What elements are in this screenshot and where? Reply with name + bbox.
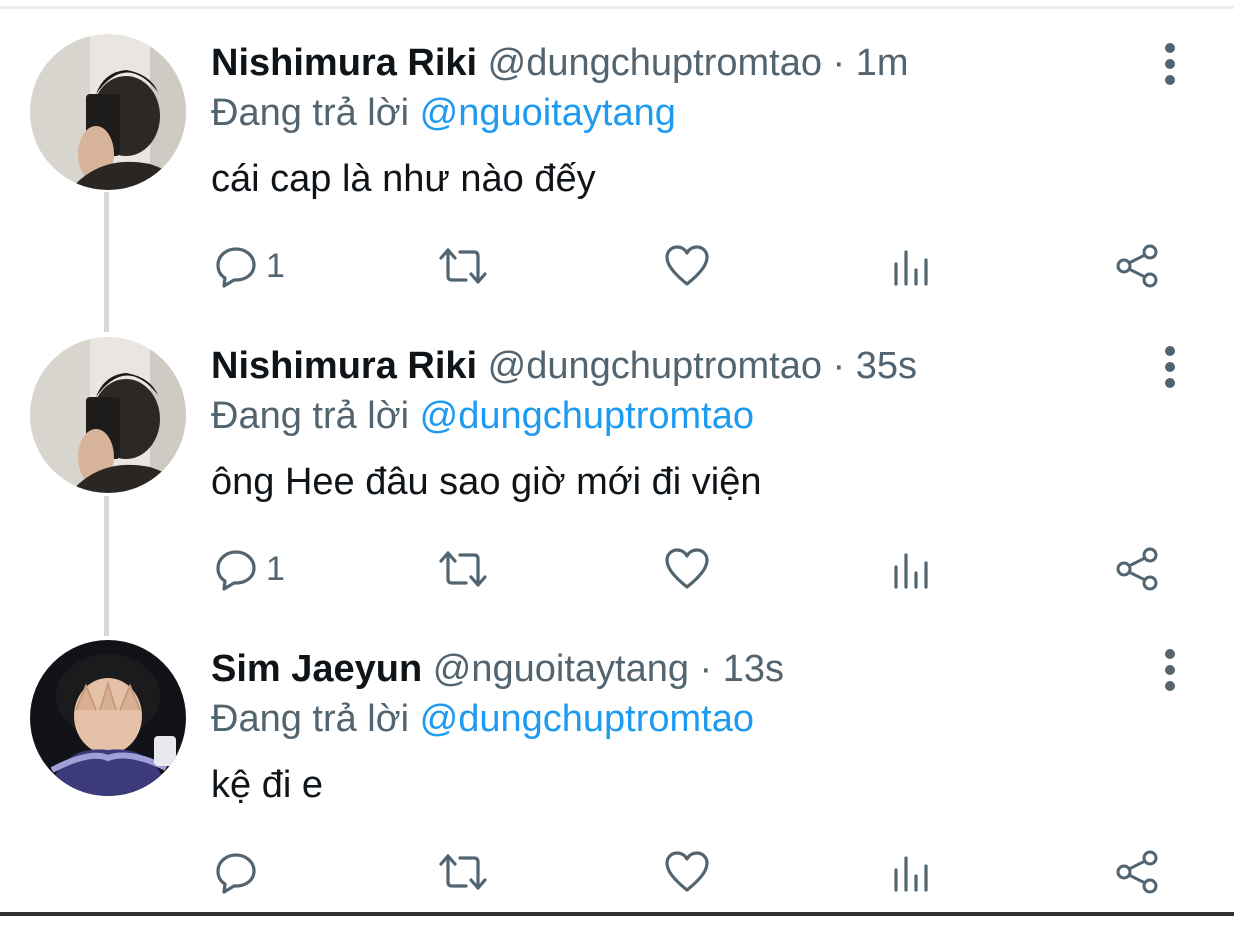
analytics-button[interactable] [890, 541, 934, 597]
tweet-actions [0, 844, 1234, 900]
more-vertical-icon[interactable] [1158, 648, 1182, 692]
replying-to-handle[interactable]: @dungchuptromtao [420, 395, 754, 437]
tweet-text: cái cap là như nào đếy [211, 158, 596, 200]
share-icon [1114, 849, 1160, 895]
more-vertical-icon[interactable] [1158, 345, 1182, 389]
share-icon [1114, 243, 1160, 289]
replying-to-label: Đang trả lời [211, 395, 410, 437]
like-icon [664, 850, 710, 894]
replying-to: Đang trả lời @dungchuptromtao [211, 393, 754, 439]
like-button[interactable] [664, 238, 710, 294]
retweet-icon [438, 244, 488, 288]
replying-to-handle[interactable]: @nguoitaytang [420, 92, 676, 134]
reply-button[interactable] [214, 844, 266, 900]
tweet-actions: 1 [0, 238, 1234, 294]
separator-dot: · [699, 648, 713, 690]
reply-icon [214, 244, 258, 288]
share-button[interactable] [1114, 844, 1160, 900]
tweet[interactable]: Sim Jaeyun @nguoitaytang · 13s Đang trả … [0, 640, 1234, 940]
analytics-icon [890, 244, 934, 288]
timestamp[interactable]: 35s [856, 345, 917, 387]
replying-to: Đang trả lời @nguoitaytang [211, 90, 676, 136]
avatar[interactable] [30, 337, 186, 493]
reply-count: 1 [266, 246, 285, 285]
avatar[interactable] [30, 34, 186, 190]
replying-to-label: Đang trả lời [211, 92, 410, 134]
tweet[interactable]: Nishimura Riki @dungchuptromtao · 35s Đa… [0, 337, 1234, 637]
reply-count: 1 [266, 549, 285, 588]
share-button[interactable] [1114, 238, 1160, 294]
retweet-icon [438, 547, 488, 591]
retweet-button[interactable] [438, 238, 488, 294]
tweet-text: kệ đi e [211, 764, 323, 806]
share-button[interactable] [1114, 541, 1160, 597]
analytics-button[interactable] [890, 238, 934, 294]
user-handle[interactable]: @dungchuptromtao [488, 42, 822, 84]
more-vertical-icon[interactable] [1158, 42, 1182, 86]
like-button[interactable] [664, 844, 710, 900]
analytics-icon [890, 850, 934, 894]
avatar[interactable] [30, 640, 186, 796]
tweet-header: Nishimura Riki @dungchuptromtao · 35s [211, 343, 917, 389]
like-icon [664, 547, 710, 591]
bottom-divider [0, 912, 1234, 916]
user-handle[interactable]: @dungchuptromtao [488, 345, 822, 387]
replying-to: Đang trả lời @dungchuptromtao [211, 696, 754, 742]
top-divider [0, 6, 1234, 9]
reply-icon [214, 850, 258, 894]
separator-dot: · [832, 42, 846, 84]
retweet-button[interactable] [438, 541, 488, 597]
retweet-icon [438, 850, 488, 894]
display-name[interactable]: Nishimura Riki [211, 42, 477, 84]
tweet[interactable]: Nishimura Riki @dungchuptromtao · 1m Đan… [0, 34, 1234, 334]
display-name[interactable]: Sim Jaeyun [211, 648, 422, 690]
reply-icon [214, 547, 258, 591]
timestamp[interactable]: 13s [723, 648, 784, 690]
tweet-actions: 1 [0, 541, 1234, 597]
display-name[interactable]: Nishimura Riki [211, 345, 477, 387]
user-handle[interactable]: @nguoitaytang [433, 648, 689, 690]
separator-dot: · [832, 345, 846, 387]
replying-to-handle[interactable]: @dungchuptromtao [420, 698, 754, 740]
reply-button[interactable]: 1 [214, 541, 285, 597]
tweet-text: ông Hee đâu sao giờ mới đi viện [211, 461, 762, 503]
share-icon [1114, 546, 1160, 592]
tweet-header: Sim Jaeyun @nguoitaytang · 13s [211, 646, 784, 692]
replying-to-label: Đang trả lời [211, 698, 410, 740]
like-icon [664, 244, 710, 288]
like-button[interactable] [664, 541, 710, 597]
reply-button[interactable]: 1 [214, 238, 285, 294]
tweet-header: Nishimura Riki @dungchuptromtao · 1m [211, 40, 909, 86]
timestamp[interactable]: 1m [856, 42, 909, 84]
analytics-button[interactable] [890, 844, 934, 900]
analytics-icon [890, 547, 934, 591]
retweet-button[interactable] [438, 844, 488, 900]
